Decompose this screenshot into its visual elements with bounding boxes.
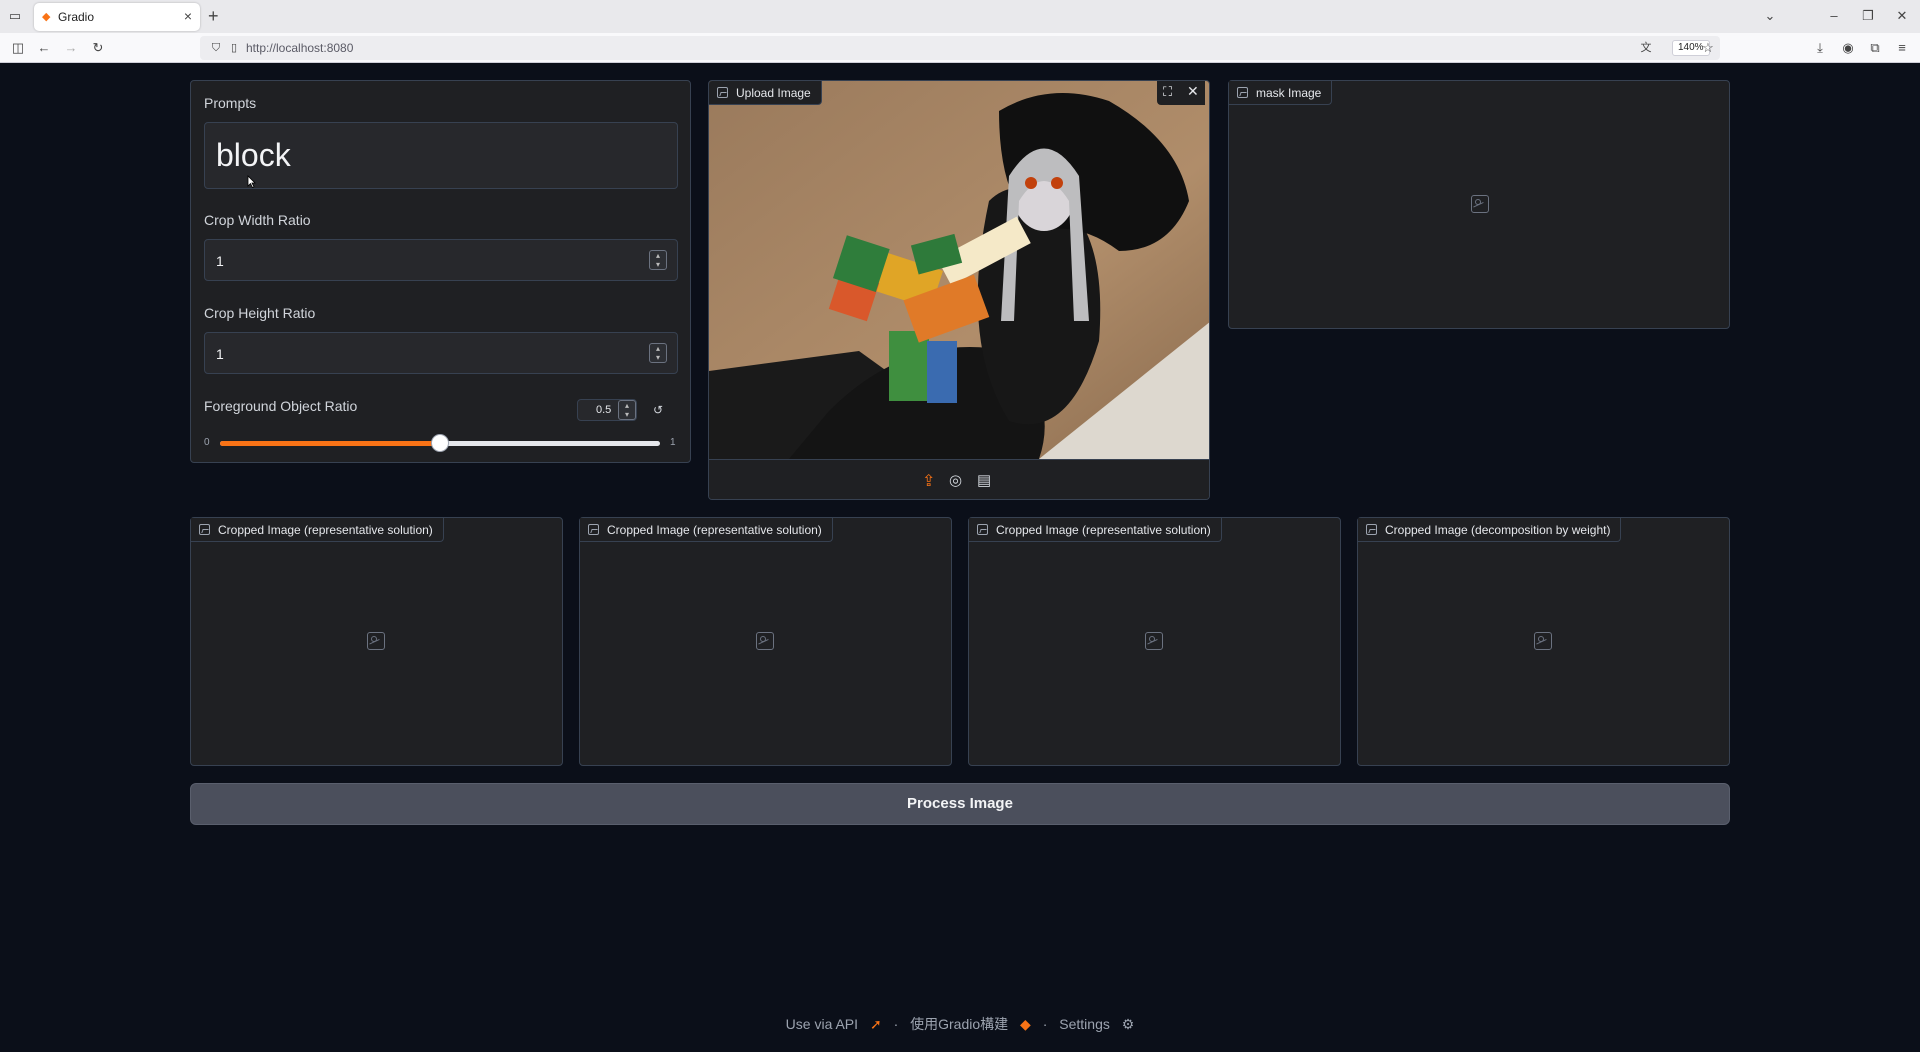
tab-list-icon[interactable]: ▭ — [5, 8, 25, 24]
extensions-icon[interactable]: ⧉ — [1865, 40, 1885, 56]
crop-width-input[interactable]: 1 ▴ ▾ — [204, 239, 678, 281]
clipboard-icon[interactable]: ▤ — [977, 471, 991, 489]
prompts-input[interactable]: block — [204, 122, 678, 189]
fullscreen-icon[interactable]: ⛶ — [1163, 84, 1172, 100]
foreground-ratio-label: Foreground Object Ratio — [204, 398, 358, 414]
downloads-icon[interactable]: ⤓ — [1810, 40, 1830, 56]
close-tab-icon[interactable]: × — [184, 8, 192, 24]
mouse-cursor-icon — [247, 175, 256, 188]
page-info-icon[interactable]: ▯ — [224, 40, 244, 56]
account-icon[interactable]: ◉ — [1838, 40, 1858, 56]
reset-icon[interactable]: ↺ — [653, 403, 663, 417]
crop-width-label: Crop Width Ratio — [204, 212, 311, 228]
mask-image-label: mask Image — [1256, 85, 1322, 100]
mask-image-tag: mask Image — [1229, 81, 1333, 105]
forward-icon[interactable]: → — [61, 40, 81, 56]
image-icon — [199, 524, 210, 535]
list-all-tabs-icon[interactable]: ⌄ — [1760, 8, 1780, 24]
image-icon — [1237, 87, 1248, 98]
output-image-tag: Cropped Image (representative solution) — [969, 518, 1222, 542]
slider-max-label: 1 — [670, 437, 676, 448]
crop-height-value[interactable]: 1 — [216, 346, 224, 362]
slider-thumb[interactable] — [431, 434, 449, 452]
url-text[interactable]: http://localhost:8080 — [246, 41, 353, 55]
crop-width-value[interactable]: 1 — [216, 253, 224, 269]
image-placeholder-icon — [1145, 632, 1163, 650]
slider-min-label: 0 — [204, 437, 210, 448]
gradio-logo-icon: ◆ — [1020, 1016, 1031, 1032]
process-image-button[interactable]: Process Image — [190, 783, 1730, 825]
settings-link[interactable]: Settings — [1059, 1016, 1110, 1032]
output-image-tag: Cropped Image (decomposition by weight) — [1358, 518, 1622, 542]
gradio-favicon-icon: ◆ — [42, 11, 51, 23]
upload-image-panel[interactable]: Upload Image ⛶ ✕ ⇪ ◎ ▤ — [708, 80, 1210, 500]
settings-gear-icon[interactable]: ⚙ — [1122, 1016, 1135, 1032]
upload-icon[interactable]: ⇪ — [922, 471, 935, 491]
crop-width-stepper[interactable]: ▴ ▾ — [649, 250, 667, 270]
browser-navbar: ◫ ← → ↻ ⛉ ▯ http://localhost:8080 文 140%… — [0, 33, 1920, 63]
reload-icon[interactable]: ↻ — [88, 40, 108, 56]
use-via-api-link[interactable]: Use via API — [786, 1016, 858, 1032]
image-icon — [977, 524, 988, 535]
upload-source-bar: ⇪ ◎ ▤ — [709, 459, 1209, 499]
upload-image-tag: Upload Image — [709, 81, 822, 105]
bookmark-star-icon[interactable]: ☆ — [1698, 40, 1718, 56]
restore-icon[interactable]: ❐ — [1858, 8, 1878, 24]
crop-height-stepper[interactable]: ▴ ▾ — [649, 343, 667, 363]
prompts-label: Prompts — [204, 95, 257, 111]
output-image-panel-4: Cropped Image (decomposition by weight) — [1357, 517, 1730, 766]
output-image-label: Cropped Image (representative solution) — [607, 522, 822, 537]
url-bar[interactable]: ⛉ ▯ http://localhost:8080 文 140% ☆ — [200, 36, 1720, 60]
image-icon — [1366, 524, 1377, 535]
image-placeholder-icon — [1471, 195, 1489, 213]
minimize-icon[interactable]: – — [1824, 8, 1844, 24]
back-icon[interactable]: ← — [34, 40, 54, 56]
image-icon — [717, 87, 728, 98]
crop-height-label: Crop Height Ratio — [204, 305, 316, 321]
webcam-icon[interactable]: ◎ — [949, 471, 962, 489]
footer: Use via API ➚ · 使用Gradio構建 ◆ · Settings … — [0, 1014, 1920, 1034]
rocket-icon: ➚ — [869, 1016, 882, 1032]
output-image-panel-2: Cropped Image (representative solution) — [579, 517, 952, 766]
sidebar-icon[interactable]: ◫ — [8, 40, 28, 56]
menu-icon[interactable]: ≡ — [1892, 40, 1912, 56]
footer-separator: · — [1042, 1016, 1048, 1032]
output-image-tag: Cropped Image (representative solution) — [580, 518, 833, 542]
foreground-ratio-value[interactable]: 0.5 — [596, 404, 611, 416]
image-icon — [588, 524, 599, 535]
built-with-gradio-link[interactable]: 使用Gradio構建 — [910, 1016, 1008, 1032]
new-tab-icon[interactable]: + — [208, 6, 219, 27]
browser-tab[interactable]: ◆ Gradio × — [34, 3, 200, 31]
clear-image-icon[interactable]: ✕ — [1187, 83, 1199, 100]
prompts-value[interactable]: block — [216, 137, 291, 174]
image-placeholder-icon — [1534, 632, 1552, 650]
tab-title: Gradio — [58, 10, 95, 24]
foreground-ratio-slider[interactable] — [220, 434, 660, 452]
output-image-panel-3: Cropped Image (representative solution) — [968, 517, 1341, 766]
mask-image-panel: mask Image — [1228, 80, 1730, 329]
footer-separator: · — [893, 1016, 899, 1032]
foreground-ratio-input[interactable]: 0.5 ▴ ▾ — [577, 399, 637, 421]
close-window-icon[interactable]: ✕ — [1892, 8, 1912, 24]
output-image-tag: Cropped Image (representative solution) — [191, 518, 444, 542]
image-placeholder-icon — [367, 632, 385, 650]
shield-icon[interactable]: ⛉ — [206, 40, 226, 56]
output-image-panel-1: Cropped Image (representative solution) — [190, 517, 563, 766]
upload-image-label: Upload Image — [736, 85, 811, 100]
image-placeholder-icon — [756, 632, 774, 650]
image-toolbar: ⛶ ✕ — [1157, 81, 1205, 105]
foreground-ratio-stepper[interactable]: ▴ ▾ — [618, 400, 636, 420]
crop-height-input[interactable]: 1 ▴ ▾ — [204, 332, 678, 374]
output-image-label: Cropped Image (decomposition by weight) — [1385, 522, 1611, 537]
uploaded-photo — [709, 81, 1209, 459]
browser-tabbar: ▭ ◆ Gradio × + ⌄ – ❐ ✕ — [0, 0, 1920, 33]
settings-panel: Prompts block Crop Width Ratio 1 ▴ ▾ Crop… — [190, 80, 691, 463]
translate-icon[interactable]: 文 — [1636, 40, 1656, 56]
output-image-label: Cropped Image (representative solution) — [218, 522, 433, 537]
output-image-label: Cropped Image (representative solution) — [996, 522, 1211, 537]
slider-fill — [220, 441, 440, 446]
